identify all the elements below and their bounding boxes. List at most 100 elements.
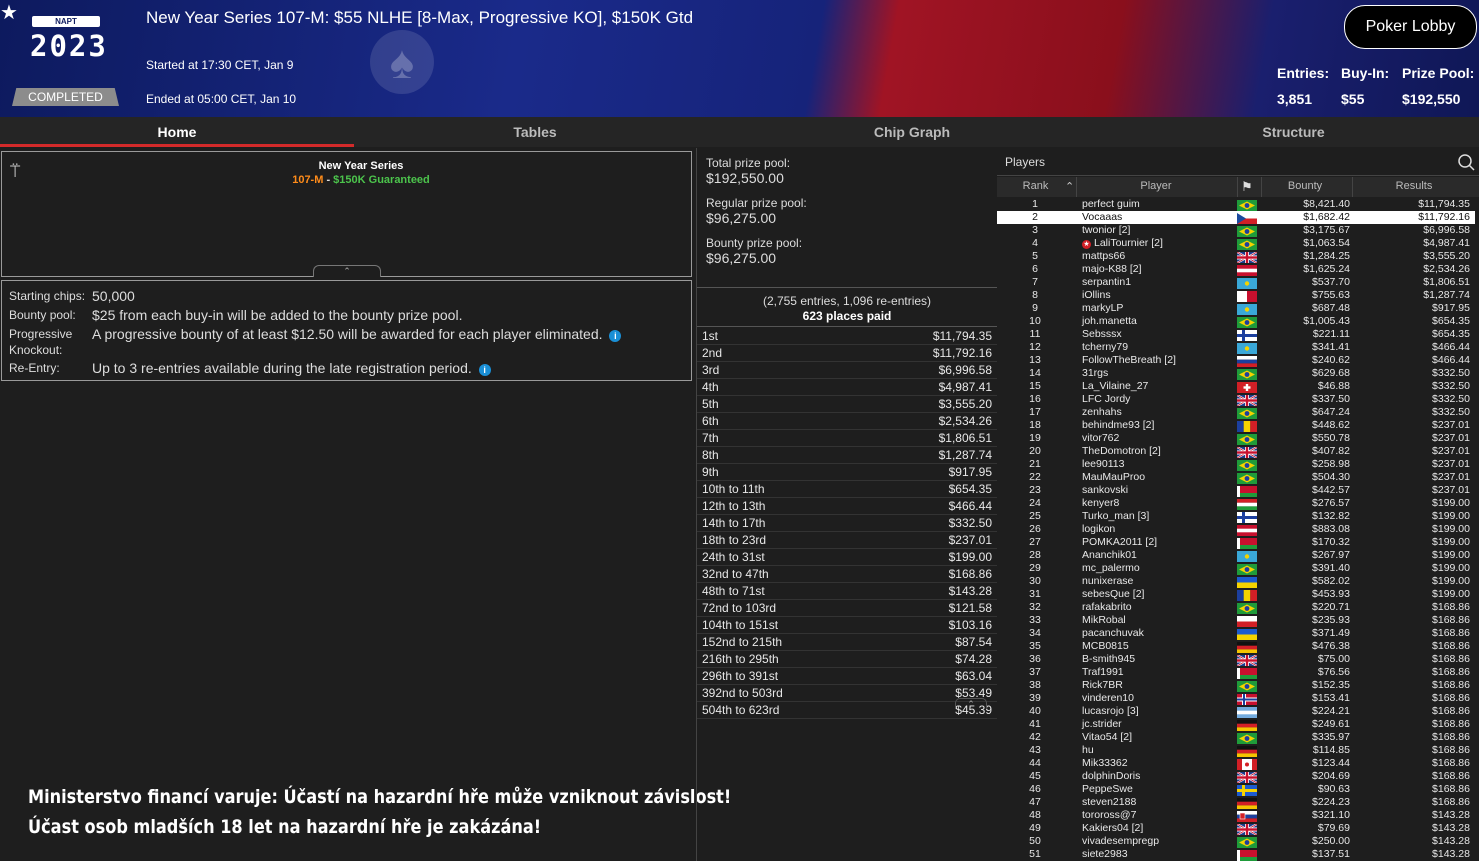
payout-amount: $3,555.20 xyxy=(938,397,992,411)
player-bounty: $629.68 xyxy=(1312,367,1350,379)
reentry-value: Up to 3 re-entries available during the … xyxy=(92,360,491,376)
player-row[interactable]: 35 MCB0815 $476.38 $168.86 xyxy=(997,640,1475,653)
player-row[interactable]: 41 jc.strider $249.61 $168.86 xyxy=(997,718,1475,731)
player-row[interactable]: 32 rafakabrito $220.71 $168.86 xyxy=(997,601,1475,614)
player-row[interactable]: 42 Vitao54 [2] $335.97 $168.86 xyxy=(997,731,1475,744)
player-row[interactable]: 23 sankovski $442.57 $237.01 xyxy=(997,484,1475,497)
player-row[interactable]: 4 ★ LaliTournier [2] $1,063.54 $4,987.41 xyxy=(997,237,1475,250)
player-row[interactable]: 9 markyLP $687.48 $917.95 xyxy=(997,302,1475,315)
payout-row: 4th $4,987.41 xyxy=(697,379,997,396)
player-name-text: behindme93 [2] xyxy=(1082,419,1155,431)
player-row[interactable]: 16 LFC Jordy $337.50 $332.50 xyxy=(997,393,1475,406)
player-name-text: Vitao54 [2] xyxy=(1082,731,1133,743)
player-row[interactable]: 21 lee90113 $258.98 $237.01 xyxy=(997,458,1475,471)
poker-lobby-button[interactable]: Poker Lobby xyxy=(1344,5,1477,49)
player-name: pacanchuvak xyxy=(1073,627,1237,640)
player-flag xyxy=(1237,445,1261,458)
payout-row: 48th to 71st $143.28 xyxy=(697,583,997,600)
player-row[interactable]: 49 Kakiers04 [2] $79.69 $143.28 xyxy=(997,822,1475,835)
player-row[interactable]: 29 mc_palermo $391.40 $199.00 xyxy=(997,562,1475,575)
player-row[interactable]: 10 joh.manetta $1,005.43 $654.35 xyxy=(997,315,1475,328)
total-prize-value: $192,550.00 xyxy=(706,170,784,186)
player-row[interactable]: 47 steven2188 $224.23 $168.86 xyxy=(997,796,1475,809)
player-row[interactable]: 22 MauMauProo $504.30 $237.01 xyxy=(997,471,1475,484)
player-rank: 51 xyxy=(1029,848,1041,860)
player-row[interactable]: 28 Ananchik01 $267.97 $199.00 xyxy=(997,549,1475,562)
players-header: Players xyxy=(997,148,1479,176)
player-rank: 15 xyxy=(1029,380,1041,392)
player-row[interactable]: 39 vinderen10 $153.41 $168.86 xyxy=(997,692,1475,705)
player-row[interactable]: 20 TheDomotron [2] $407.82 $237.01 xyxy=(997,445,1475,458)
player-row[interactable]: 19 vitor762 $550.78 $237.01 xyxy=(997,432,1475,445)
country-flag-icon xyxy=(1237,355,1257,367)
payout-place: 72nd to 103rd xyxy=(702,601,777,615)
flag-column-icon[interactable]: ⚑ xyxy=(1241,179,1253,195)
player-row[interactable]: 14 31rgs $629.68 $332.50 xyxy=(997,367,1475,380)
player-row[interactable]: 38 Rick7BR $152.35 $168.86 xyxy=(997,679,1475,692)
info-icon[interactable]: i xyxy=(609,330,622,342)
player-row[interactable]: 37 Traf1991 $76.56 $168.86 xyxy=(997,666,1475,679)
col-player[interactable]: Player xyxy=(1077,180,1235,192)
player-row[interactable]: 25 Turko_man [3] $132.82 $199.00 xyxy=(997,510,1475,523)
player-result: $199.00 xyxy=(1432,497,1470,509)
player-row[interactable]: 15 La_Vilaine_27 $46.88 $332.50 xyxy=(997,380,1475,393)
tab-chip-graph[interactable]: Chip Graph xyxy=(716,117,1108,147)
collapse-payouts-handle[interactable]: ⌃ xyxy=(955,698,987,709)
tab-home[interactable]: Home xyxy=(0,117,354,147)
player-row[interactable]: 40 lucasrojo [3] $224.21 $168.86 xyxy=(997,705,1475,718)
player-row[interactable]: 24 kenyer8 $276.57 $199.00 xyxy=(997,497,1475,510)
player-row[interactable]: 27 POMKA2011 [2] $170.32 $199.00 xyxy=(997,536,1475,549)
player-result: $1,806.51 xyxy=(1423,276,1470,288)
player-row[interactable]: 51 siete2983 $137.51 $143.28 xyxy=(997,848,1475,861)
country-flag-icon xyxy=(1237,264,1257,276)
player-row[interactable]: 26 logikon $883.08 $199.00 xyxy=(997,523,1475,536)
player-name-text: jc.strider xyxy=(1082,718,1122,730)
player-row[interactable]: 50 vivadesempregp $250.00 $143.28 xyxy=(997,835,1475,848)
player-row[interactable]: 45 dolphinDoris $204.69 $168.86 xyxy=(997,770,1475,783)
country-flag-icon xyxy=(1237,732,1257,744)
sort-asc-icon[interactable]: ⌃ xyxy=(1065,180,1074,193)
country-flag-icon xyxy=(1237,654,1257,666)
player-row[interactable]: 33 MikRobal $235.93 $168.86 xyxy=(997,614,1475,627)
player-flag xyxy=(1237,484,1261,497)
player-rank: 47 xyxy=(1029,796,1041,808)
col-rank[interactable]: Rank xyxy=(997,180,1074,192)
tab-tables[interactable]: Tables xyxy=(354,117,716,147)
player-row[interactable]: 7 serpantin1 $537.70 $1,806.51 xyxy=(997,276,1475,289)
player-row[interactable]: 18 behindme93 [2] $448.62 $237.01 xyxy=(997,419,1475,432)
tournament-header: ♠ ★ NAPT 2023 COMPLETED New Year Series … xyxy=(0,0,1479,117)
player-row[interactable]: 34 pacanchuvak $371.49 $168.86 xyxy=(997,627,1475,640)
col-bounty[interactable]: Bounty xyxy=(1262,180,1348,192)
favorite-star-icon[interactable]: ★ xyxy=(0,0,18,25)
player-row[interactable]: 48 toroross@7 $321.10 $143.28 xyxy=(997,809,1475,822)
search-icon[interactable] xyxy=(1457,153,1475,171)
player-row[interactable]: 13 FollowTheBreath [2] $240.62 $466.44 xyxy=(997,354,1475,367)
player-row[interactable]: 2 Vocaaas $1,682.42 $11,792.16 xyxy=(997,211,1475,224)
player-row[interactable]: 31 sebesQue [2] $453.93 $199.00 xyxy=(997,588,1475,601)
player-rank: 3 xyxy=(1032,224,1038,236)
player-name: Kakiers04 [2] xyxy=(1073,822,1237,835)
tab-structure[interactable]: Structure xyxy=(1108,117,1479,147)
player-row[interactable]: 36 B-smith945 $75.00 $168.86 xyxy=(997,653,1475,666)
player-flag xyxy=(1237,276,1261,289)
payout-row: 216th to 295th $74.28 xyxy=(697,651,997,668)
player-row[interactable]: 8 iOllins $755.63 $1,287.74 xyxy=(997,289,1475,302)
collapse-handle[interactable]: ⌃ xyxy=(313,265,381,277)
gambling-warning: Ministerstvo financí varuje: Účastí na h… xyxy=(28,782,731,842)
player-row[interactable]: 46 PeppeSwe $90.63 $168.86 xyxy=(997,783,1475,796)
player-row[interactable]: 6 majo-K88 [2] $1,625.24 $2,534.26 xyxy=(997,263,1475,276)
info-icon[interactable]: i xyxy=(478,364,491,376)
player-name: tcherny79 xyxy=(1073,341,1237,354)
player-row[interactable]: 1 perfect guim $8,421.40 $11,794.35 xyxy=(997,198,1475,211)
player-row[interactable]: 3 twonior [2] $3,175.67 $6,996.58 xyxy=(997,224,1475,237)
player-row[interactable]: 30 nunixerase $582.02 $199.00 xyxy=(997,575,1475,588)
player-row[interactable]: 5 mattps66 $1,284.25 $3,555.20 xyxy=(997,250,1475,263)
player-row[interactable]: 44 Mik33362 $123.44 $168.86 xyxy=(997,757,1475,770)
col-results[interactable]: Results xyxy=(1353,180,1475,192)
player-name: serpantin1 xyxy=(1073,276,1237,289)
player-row[interactable]: 17 zenhahs $647.24 $332.50 xyxy=(997,406,1475,419)
player-row[interactable]: 43 hu $114.85 $168.86 xyxy=(997,744,1475,757)
player-row[interactable]: 12 tcherny79 $341.41 $466.44 xyxy=(997,341,1475,354)
player-row[interactable]: 11 Sebsssx $221.11 $654.35 xyxy=(997,328,1475,341)
player-rank: 29 xyxy=(1029,562,1041,574)
